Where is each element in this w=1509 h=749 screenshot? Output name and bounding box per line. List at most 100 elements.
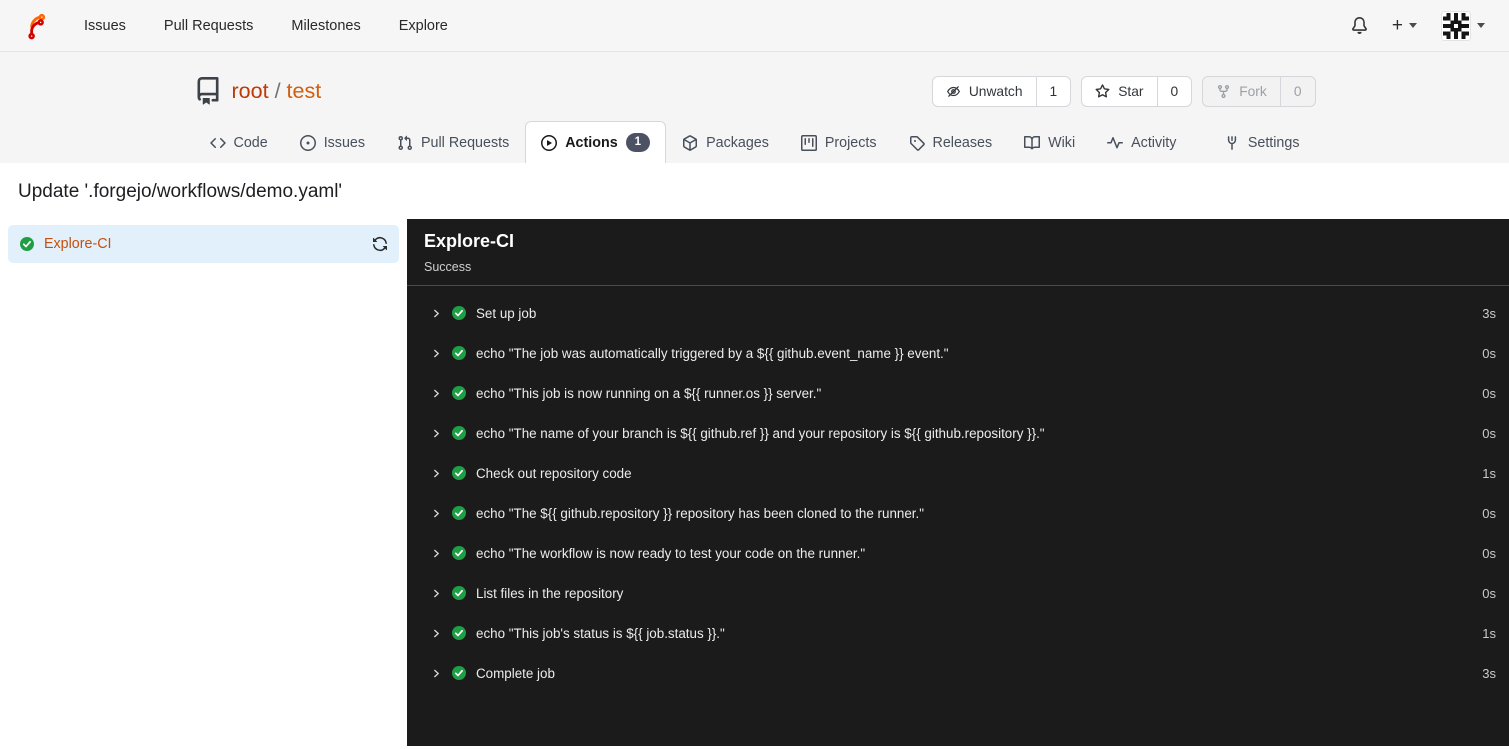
caret-down-icon — [1409, 23, 1417, 28]
tab-wiki[interactable]: Wiki — [1008, 121, 1091, 163]
steps-list: Set up job 3s echo "The job was automatica… — [407, 286, 1509, 700]
step-row[interactable]: Complete job 3s — [407, 653, 1509, 693]
project-icon — [800, 134, 817, 151]
forgejo-logo[interactable] — [20, 10, 51, 41]
repo-name-link[interactable]: test — [287, 79, 322, 104]
step-duration: 0s — [1482, 505, 1496, 521]
tab-label: Issues — [323, 134, 366, 151]
navbar-right: + — [1351, 10, 1493, 41]
eye-slash-icon — [946, 84, 961, 99]
tab-issues[interactable]: Issues — [284, 121, 381, 163]
step-name: echo "This job is now running on a ${{ r… — [476, 385, 822, 401]
unwatch-button[interactable]: Unwatch 1 — [931, 75, 1072, 107]
tab-actions[interactable]: Actions 1 — [525, 121, 667, 163]
tab-label: Settings — [1247, 134, 1300, 151]
tab-releases[interactable]: Releases — [893, 121, 1009, 163]
chevron-right-icon[interactable] — [431, 668, 442, 679]
pull-request-icon — [397, 135, 413, 151]
step-row[interactable]: echo "The job was automatically triggere… — [407, 333, 1509, 373]
star-button[interactable]: Star 0 — [1081, 75, 1193, 107]
fork-icon — [1216, 84, 1231, 99]
step-duration: 0s — [1482, 585, 1496, 601]
step-duration: 3s — [1482, 305, 1496, 321]
chevron-right-icon[interactable] — [431, 308, 442, 319]
unwatch-count[interactable]: 1 — [1035, 76, 1071, 106]
step-row[interactable]: echo "The ${{ github.repository }} repos… — [407, 493, 1509, 533]
step-row[interactable]: Set up job 3s — [407, 293, 1509, 333]
step-name: List files in the repository — [476, 585, 624, 601]
chevron-right-icon[interactable] — [431, 348, 442, 359]
bell-icon — [1351, 17, 1368, 34]
sync-icon — [372, 236, 388, 252]
tab-projects[interactable]: Projects — [785, 121, 893, 163]
chevron-right-icon[interactable] — [431, 388, 442, 399]
tab-pull-requests[interactable]: Pull Requests — [381, 121, 525, 163]
step-row[interactable]: Check out repository code 1s — [407, 453, 1509, 493]
book-icon — [1024, 135, 1041, 151]
step-duration: 3s — [1482, 665, 1496, 681]
step-duration: 1s — [1482, 465, 1496, 481]
star-label: Star — [1118, 83, 1144, 99]
play-circle-icon — [541, 134, 558, 151]
unwatch-label-area[interactable]: Unwatch — [933, 77, 1036, 106]
tab-label: Pull Requests — [421, 134, 510, 151]
run-commit-title: Update '.forgejo/workflows/demo.yaml' — [18, 181, 343, 202]
tab-label: Wiki — [1048, 134, 1076, 151]
job-log-panel: Explore-CI Success Set up job 3s echo "The… — [407, 219, 1509, 746]
check-circle-icon — [451, 545, 467, 561]
star-count[interactable]: 0 — [1156, 76, 1192, 106]
tab-code[interactable]: Code — [194, 121, 284, 163]
pulse-icon — [1107, 135, 1124, 151]
step-name: Check out repository code — [476, 465, 632, 481]
user-menu-button[interactable] — [1441, 10, 1485, 41]
caret-down-icon — [1477, 23, 1485, 28]
code-icon — [209, 135, 226, 151]
chevron-right-icon[interactable] — [431, 628, 442, 639]
notifications-button[interactable] — [1351, 17, 1368, 34]
tab-label: Projects — [824, 134, 877, 151]
chevron-right-icon[interactable] — [431, 548, 442, 559]
star-label-area[interactable]: Star — [1082, 77, 1156, 106]
step-row[interactable]: List files in the repository 0s — [407, 573, 1509, 613]
navbar-link-issues[interactable]: Issues — [65, 0, 145, 51]
job-log-header: Explore-CI Success — [407, 219, 1509, 286]
repo-tabs: Code Issues Pull Requests Actions 1 Packages P… — [194, 121, 1316, 163]
create-new-button[interactable]: + — [1392, 16, 1417, 35]
tab-activity[interactable]: Activity — [1091, 121, 1192, 163]
job-status-text: Success — [424, 260, 472, 274]
fork-button: Fork 0 — [1202, 75, 1316, 107]
step-name: echo "The job was automatically triggere… — [476, 345, 949, 361]
step-row[interactable]: echo "This job's status is ${{ job.statu… — [407, 613, 1509, 653]
job-title: Explore-CI — [424, 231, 515, 251]
plus-icon: + — [1391, 15, 1403, 36]
step-duration: 0s — [1482, 385, 1496, 401]
job-item-explore-ci[interactable]: Explore-CI — [8, 225, 399, 263]
tab-actions-count-badge: 1 — [625, 133, 651, 152]
navbar-link-pull-requests[interactable]: Pull Requests — [145, 0, 272, 51]
star-icon — [1095, 83, 1110, 99]
repo-path-separator: / — [274, 78, 281, 103]
tab-settings[interactable]: Settings — [1208, 121, 1316, 163]
step-row[interactable]: echo "The name of your branch is ${{ git… — [407, 413, 1509, 453]
avatar — [1441, 10, 1471, 41]
navbar-link-milestones[interactable]: Milestones — [272, 0, 379, 51]
step-row[interactable]: echo "The workflow is now ready to test … — [407, 533, 1509, 573]
step-row[interactable]: echo "This job is now running on a ${{ r… — [407, 373, 1509, 413]
repo-action-buttons: Unwatch 1 Star 0 Fork 0 — [931, 75, 1316, 107]
repo-header: root / test Unwatch 1 Star 0 Fork 0 Code Issue… — [0, 52, 1509, 163]
chevron-right-icon[interactable] — [431, 468, 442, 479]
chevron-right-icon[interactable] — [431, 588, 442, 599]
step-name: echo "The ${{ github.repository }} repos… — [476, 505, 924, 521]
fork-label-area: Fork — [1203, 77, 1280, 106]
check-circle-icon — [451, 425, 467, 441]
fork-count: 0 — [1279, 76, 1315, 106]
navbar-link-explore[interactable]: Explore — [380, 0, 467, 51]
chevron-right-icon[interactable] — [431, 428, 442, 439]
repo-owner-link[interactable]: root — [232, 79, 269, 104]
tab-label: Activity — [1131, 134, 1177, 151]
rerun-job-button[interactable] — [372, 236, 388, 252]
step-name: echo "The name of your branch is ${{ git… — [476, 425, 1045, 441]
repo-title-row: root / test Unwatch 1 Star 0 Fork 0 — [194, 70, 1316, 112]
tab-packages[interactable]: Packages — [666, 121, 785, 163]
chevron-right-icon[interactable] — [431, 508, 442, 519]
